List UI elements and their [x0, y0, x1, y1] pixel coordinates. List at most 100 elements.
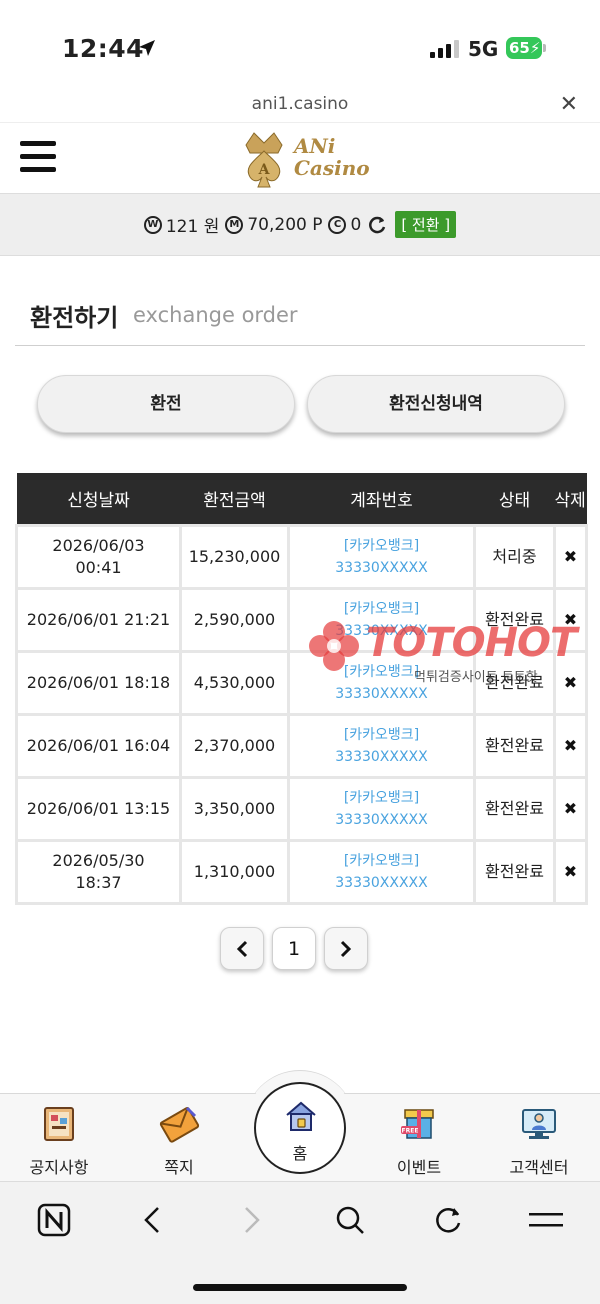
pagination: 1 — [220, 927, 368, 970]
status-bar: 12:44 5G 65⚡ — [0, 0, 600, 92]
won-balance: W 121 원 — [143, 212, 220, 237]
hamburger-icon[interactable] — [20, 141, 56, 173]
page-title: 환전하기 — [30, 304, 119, 332]
nav-support[interactable]: 고객센터 — [494, 1102, 584, 1178]
signal-bars-icon — [430, 40, 459, 58]
table-row: 2026/06/01 21:21 2,590,000 [카카오뱅크] 33330X… — [15, 586, 588, 653]
notice-board-icon — [44, 1107, 74, 1141]
table-row: 2026/05/30 18:37 1,310,000 [카카오뱅크] 33330XX… — [15, 838, 588, 905]
url-bar: ani1.casino ✕ — [0, 92, 600, 122]
crown-spade-icon: A — [245, 132, 283, 188]
browser-search-button[interactable] — [330, 1200, 370, 1240]
row-amount: 2,590,000 — [179, 586, 290, 653]
table-row: 2026/06/01 18:18 4,530,000 [카카오뱅크] 33330X… — [15, 649, 588, 716]
nav-home-label: 홈 — [292, 1144, 308, 1163]
url-text[interactable]: ani1.casino — [0, 94, 600, 114]
reload-icon — [436, 1208, 461, 1233]
browser-forward-button[interactable] — [232, 1200, 272, 1240]
nav-message-label: 쪽지 — [164, 1158, 194, 1177]
exchange-button[interactable]: 환전 — [37, 375, 295, 433]
point-value: 70,200 P — [247, 214, 323, 235]
forward-arrow-icon — [245, 1207, 260, 1233]
battery-tip — [543, 44, 546, 52]
row-delete[interactable]: ✖ — [553, 649, 588, 716]
browser-back-button[interactable] — [132, 1200, 172, 1240]
message-envelope-icon — [159, 1106, 200, 1143]
row-status: 환전완료 — [473, 775, 556, 842]
home-indicator — [193, 1284, 407, 1291]
delete-icon[interactable]: ✖ — [564, 547, 577, 566]
logo-line-2: Casino — [294, 156, 370, 180]
logo-line-1: ANi — [294, 134, 336, 158]
menu-lines-icon — [529, 1213, 563, 1227]
row-delete[interactable]: ✖ — [553, 523, 588, 590]
row-account: [카카오뱅크] 33330XXXXX — [287, 523, 476, 590]
point-coin-icon: M — [225, 215, 244, 234]
delete-icon[interactable]: ✖ — [564, 799, 577, 818]
row-date: 2026/06/01 16:04 — [15, 712, 182, 779]
status-time: 12:44 — [62, 34, 145, 63]
browser-menu-button[interactable] — [526, 1200, 566, 1240]
row-delete[interactable]: ✖ — [553, 712, 588, 779]
delete-icon[interactable]: ✖ — [564, 736, 577, 755]
nav-support-label: 고객센터 — [509, 1158, 569, 1177]
row-amount: 1,310,000 — [179, 838, 290, 905]
chevron-right-icon — [340, 940, 352, 957]
delete-icon[interactable]: ✖ — [564, 862, 577, 881]
row-delete[interactable]: ✖ — [553, 775, 588, 842]
row-amount: 15,230,000 — [179, 523, 290, 590]
table-row: 2026/06/01 13:15 3,350,000 [카카오뱅크] 33330X… — [15, 775, 588, 842]
row-status: 환전완료 — [473, 649, 556, 716]
row-status: 환전완료 — [473, 838, 556, 905]
row-account: [카카오뱅크] 33330XXXXX — [287, 586, 476, 653]
won-value: 121 원 — [165, 217, 220, 237]
nav-message[interactable]: 쪽지 — [134, 1102, 224, 1178]
row-status: 처리중 — [473, 523, 556, 590]
close-icon[interactable]: ✕ — [560, 92, 578, 117]
network-label: 5G — [468, 37, 499, 61]
next-page-button[interactable] — [324, 927, 368, 970]
page-subtitle: exchange order — [133, 303, 298, 327]
nav-home-button[interactable]: 홈 — [254, 1082, 346, 1174]
browser-reload-button[interactable] — [428, 1200, 468, 1240]
site-header: A ANi Casino — [0, 122, 600, 192]
row-status: 환전완료 — [473, 712, 556, 779]
row-delete[interactable]: ✖ — [553, 838, 588, 905]
nav-notice[interactable]: 공지사항 — [14, 1102, 104, 1178]
row-date: 2026/06/01 13:15 — [15, 775, 182, 842]
header-status: 상태 — [474, 473, 555, 525]
exchange-history-table: 신청날짜 환전금액 계좌번호 상태 삭제 2026/06/03 00:41 15,… — [15, 473, 588, 905]
prev-page-button[interactable] — [220, 927, 264, 970]
row-delete[interactable]: ✖ — [553, 586, 588, 653]
row-account: [카카오뱅크] 33330XXXXX — [287, 838, 476, 905]
nav-event[interactable]: FREE 이벤트 — [374, 1102, 464, 1178]
svg-text:FREE: FREE — [402, 1128, 419, 1135]
site-logo[interactable]: A ANi Casino — [236, 127, 370, 189]
title-divider — [15, 345, 585, 346]
delete-icon[interactable]: ✖ — [564, 610, 577, 629]
exchange-history-button[interactable]: 환전신청내역 — [307, 375, 565, 433]
switch-button[interactable]: [ 전환 ] — [395, 211, 457, 238]
nav-notice-label: 공지사항 — [29, 1158, 89, 1177]
battery-icon: 65⚡ — [506, 37, 542, 59]
row-account: [카카오뱅크] 33330XXXXX — [287, 712, 476, 779]
page-number-button[interactable]: 1 — [272, 927, 316, 970]
header-date: 신청날짜 — [16, 473, 181, 525]
refresh-icon[interactable] — [367, 215, 387, 235]
delete-icon[interactable]: ✖ — [564, 673, 577, 692]
row-amount: 2,370,000 — [179, 712, 290, 779]
back-arrow-icon — [144, 1207, 159, 1233]
row-status: 환전완료 — [473, 586, 556, 653]
row-date: 2026/06/03 00:41 — [15, 523, 182, 590]
naver-n-icon — [37, 1203, 71, 1237]
naver-home-button[interactable] — [34, 1200, 74, 1240]
row-date: 2026/06/01 21:21 — [15, 586, 182, 653]
search-icon — [336, 1206, 364, 1234]
logo-text: ANi Casino — [294, 135, 370, 179]
event-gift-icon: FREE — [401, 1109, 434, 1139]
nav-event-label: 이벤트 — [396, 1158, 442, 1177]
balance-bar: W 121 원 M 70,200 P C 0 [ 전환 ] — [0, 193, 600, 256]
table-row: 2026/06/01 16:04 2,370,000 [카카오뱅크] 33330X… — [15, 712, 588, 779]
row-amount: 3,350,000 — [179, 775, 290, 842]
coupon-value: 0 — [350, 214, 362, 235]
